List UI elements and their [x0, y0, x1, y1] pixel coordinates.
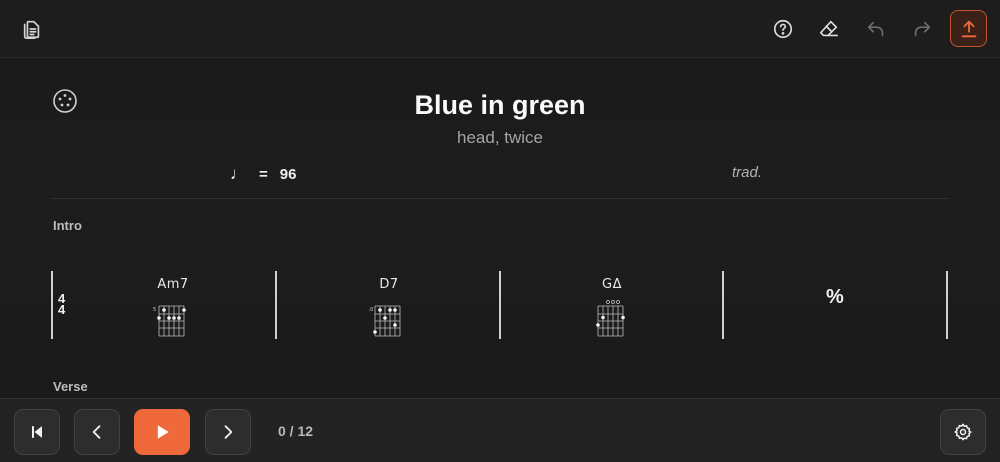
barline	[946, 271, 948, 339]
eraser-icon[interactable]	[810, 10, 848, 48]
chord-name: D7	[379, 277, 399, 292]
position-counter: 0 / 12	[278, 423, 314, 439]
chord-name: Am7	[157, 277, 189, 292]
barline	[275, 271, 277, 339]
barline	[51, 271, 53, 339]
play-button[interactable]	[134, 409, 190, 455]
help-icon[interactable]	[764, 10, 802, 48]
section-label-verse[interactable]: Verse	[53, 379, 88, 394]
skip-start-icon	[32, 426, 42, 438]
tempo-marking[interactable]: ♩ = 96	[230, 164, 296, 184]
sheet-area: Blue in green head, twice ♩ = 96 trad. I…	[0, 58, 1000, 398]
barline	[499, 271, 501, 339]
settings-button[interactable]	[940, 409, 986, 455]
chord-diagram: 5	[153, 305, 186, 337]
undo-icon[interactable]	[857, 10, 895, 48]
time-signature[interactable]: 4 4	[58, 292, 65, 316]
svg-text:10: 10	[369, 307, 373, 313]
song-title[interactable]: Blue in green	[0, 90, 1000, 121]
header-divider	[50, 198, 950, 199]
composer[interactable]: trad.	[732, 164, 762, 181]
barline	[722, 271, 724, 339]
chord-am7[interactable]: Am7 5	[143, 277, 203, 339]
skip-to-start-button[interactable]	[14, 409, 60, 455]
repeat-measure-symbol[interactable]: %	[826, 286, 844, 309]
song-subtitle[interactable]: head, twice	[0, 128, 1000, 148]
chevron-right-icon	[224, 425, 233, 439]
chord-diagram: 10	[369, 305, 401, 337]
redo-icon[interactable]	[903, 10, 941, 48]
tempo-equals: =	[259, 165, 268, 183]
next-button[interactable]	[205, 409, 251, 455]
svg-text:5: 5	[153, 307, 156, 313]
playback-bar: 0 / 12	[0, 398, 1000, 462]
export-icon[interactable]	[950, 10, 987, 47]
chord-diagram	[596, 300, 625, 337]
chord-name: GΔ	[602, 277, 622, 292]
section-label-intro[interactable]: Intro	[53, 218, 82, 233]
quarter-note-icon: ♩	[230, 164, 247, 183]
play-icon	[157, 425, 169, 439]
top-toolbar	[0, 0, 1000, 58]
document-icon[interactable]	[13, 10, 51, 48]
chord-d7[interactable]: D7 10	[359, 277, 419, 339]
tempo-value: 96	[279, 165, 297, 183]
gear-icon	[954, 423, 972, 441]
chord-gmaj7[interactable]: GΔ	[582, 277, 642, 339]
previous-button[interactable]	[74, 409, 120, 455]
chevron-left-icon	[92, 425, 101, 439]
